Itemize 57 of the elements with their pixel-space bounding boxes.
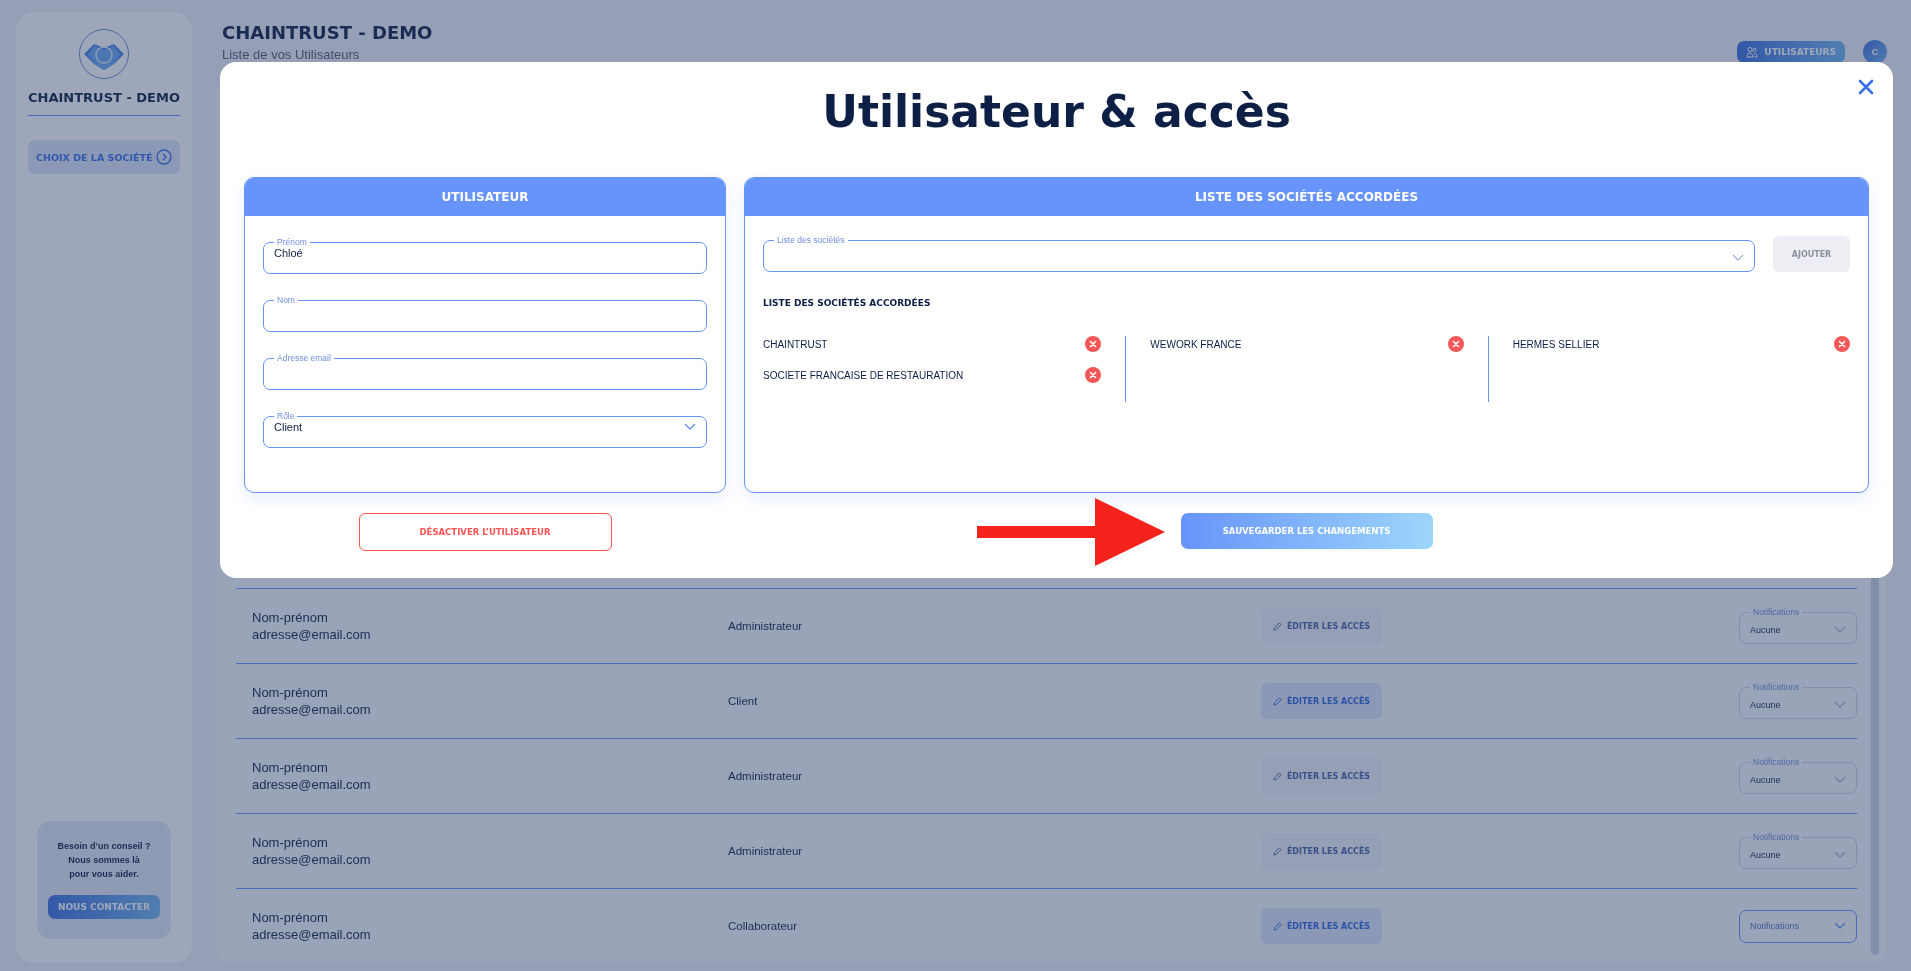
company-name: WEWORK FRANCE	[1150, 338, 1242, 350]
role-cell-text: Administrateur	[728, 845, 804, 857]
company-name: HERMES SELLIER	[1512, 338, 1600, 350]
chevron-down-icon	[1834, 922, 1846, 930]
user-name-cell-text: Nom-prénom adresse@email.com	[252, 684, 372, 718]
users-icon	[1746, 46, 1759, 58]
chevron-down-icon	[1834, 776, 1846, 784]
edit-access-button[interactable]: ÉDITER LES ACCÈS	[1261, 683, 1382, 719]
pencil-icon	[1272, 696, 1282, 706]
edit-access-button[interactable]: ÉDITER LES ACCÈS	[1261, 908, 1382, 944]
remove-icon[interactable]	[1447, 336, 1464, 352]
page-subtitle: Liste de vos Utilisateurs	[222, 47, 361, 62]
chevron-down-icon	[1834, 626, 1846, 634]
text-field[interactable]: Prénom Chloé	[263, 238, 707, 274]
logo-icon	[78, 28, 130, 80]
pencil-icon	[1272, 771, 1282, 781]
arrow-icon	[976, 498, 1165, 566]
chevron-down-icon	[1732, 254, 1744, 262]
brand-name: CHAINTRUST - DEMO	[28, 90, 180, 116]
companies-select[interactable]: Liste des sociétés	[763, 236, 1755, 272]
text-field[interactable]: Adresse email	[263, 354, 707, 390]
chevron-down-icon	[1834, 701, 1846, 709]
user-name-cell-text: Nom-prénom adresse@email.com	[252, 834, 372, 868]
user-name-cell-text: Nom-prénom adresse@email.com	[252, 759, 372, 793]
company-name: CHAINTRUST	[763, 338, 828, 350]
role-cell-text: Client	[728, 695, 759, 707]
chevron-down-icon	[684, 423, 696, 431]
pencil-icon	[1272, 846, 1282, 856]
user-name-cell-text: Nom-prénom adresse@email.com	[252, 609, 372, 643]
pencil-icon	[1272, 921, 1282, 931]
page-title: CHAINTRUST - DEMO	[222, 22, 433, 43]
remove-icon[interactable]	[1085, 367, 1102, 383]
users-button[interactable]: UTILISATEURS	[1737, 41, 1845, 63]
deactivate-button[interactable]: DÉSACTIVER L’UTILISATEUR	[358, 513, 612, 551]
notifications-select[interactable]: Notifications	[1739, 909, 1857, 943]
chevron-right-icon	[156, 149, 172, 165]
remove-icon[interactable]	[1085, 336, 1102, 352]
card-heading: LISTE DES SOCIÉTÉS ACCORDÉES	[745, 178, 1868, 216]
save-button[interactable]: SAUVEGARDER LES CHANGEMENTS	[1180, 513, 1433, 549]
user-avatar[interactable]: C	[1863, 40, 1887, 64]
remove-icon[interactable]	[1834, 336, 1850, 352]
role-cell-text: Administrateur	[728, 620, 804, 632]
help-text: Besoin d’un conseil ? Nous sommes là pour vous aider.	[57, 840, 151, 881]
company-name: SOCIETE FRANCAISE DE RESTAURATION	[763, 369, 964, 381]
list-title: LISTE DES SOCIÉTÉS ACCORDÉES	[763, 298, 932, 308]
close-icon[interactable]	[1857, 78, 1875, 96]
contact-button[interactable]: NOUS CONTACTER	[47, 895, 161, 919]
modal-title: Utilisateur & accès	[821, 86, 1292, 137]
role-select[interactable]: Rôle Client	[263, 412, 707, 448]
chevron-down-icon	[1834, 851, 1846, 859]
role-cell-text: Collaborateur	[728, 920, 799, 932]
role-cell-text: Administrateur	[728, 770, 804, 782]
card-heading: UTILISATEUR	[245, 178, 725, 216]
pencil-icon	[1272, 621, 1282, 631]
text-field[interactable]: Nom	[263, 296, 707, 332]
nav-item[interactable]: CHOIX DE LA SOCIÉTÉ	[28, 140, 180, 174]
user-name-cell-text: Nom-prénom adresse@email.com	[252, 909, 372, 943]
